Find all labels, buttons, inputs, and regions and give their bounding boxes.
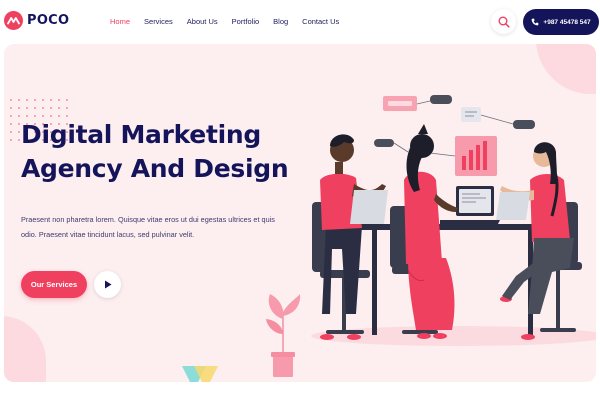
search-button[interactable] [491,9,516,34]
nav-item-blog[interactable]: Blog [273,17,288,26]
logo[interactable]: POCO [4,11,69,30]
team-meeting-illustration [266,95,596,377]
nav-item-services[interactable]: Services [144,17,173,26]
phone-number: +987 45478 547 [543,18,591,26]
nav-item-about-us[interactable]: About Us [187,17,218,26]
main-nav: Home Services About Us Portfolio Blog Co… [110,17,339,26]
nav-item-portfolio[interactable]: Portfolio [232,17,260,26]
nav-item-contact-us[interactable]: Contact Us [302,17,339,26]
phone-icon [532,18,539,26]
phone-button[interactable]: +987 45478 547 [523,9,599,35]
brand-name: POCO [27,13,70,28]
logo-icon [4,11,23,30]
decorative-triangles [182,366,218,382]
hero-section: Digital Marketing Agency And Design Prae… [4,44,596,382]
search-icon [498,16,510,28]
site-header: POCO Home Services About Us Portfolio Bl… [0,0,600,44]
nav-item-home[interactable]: Home [110,17,130,26]
